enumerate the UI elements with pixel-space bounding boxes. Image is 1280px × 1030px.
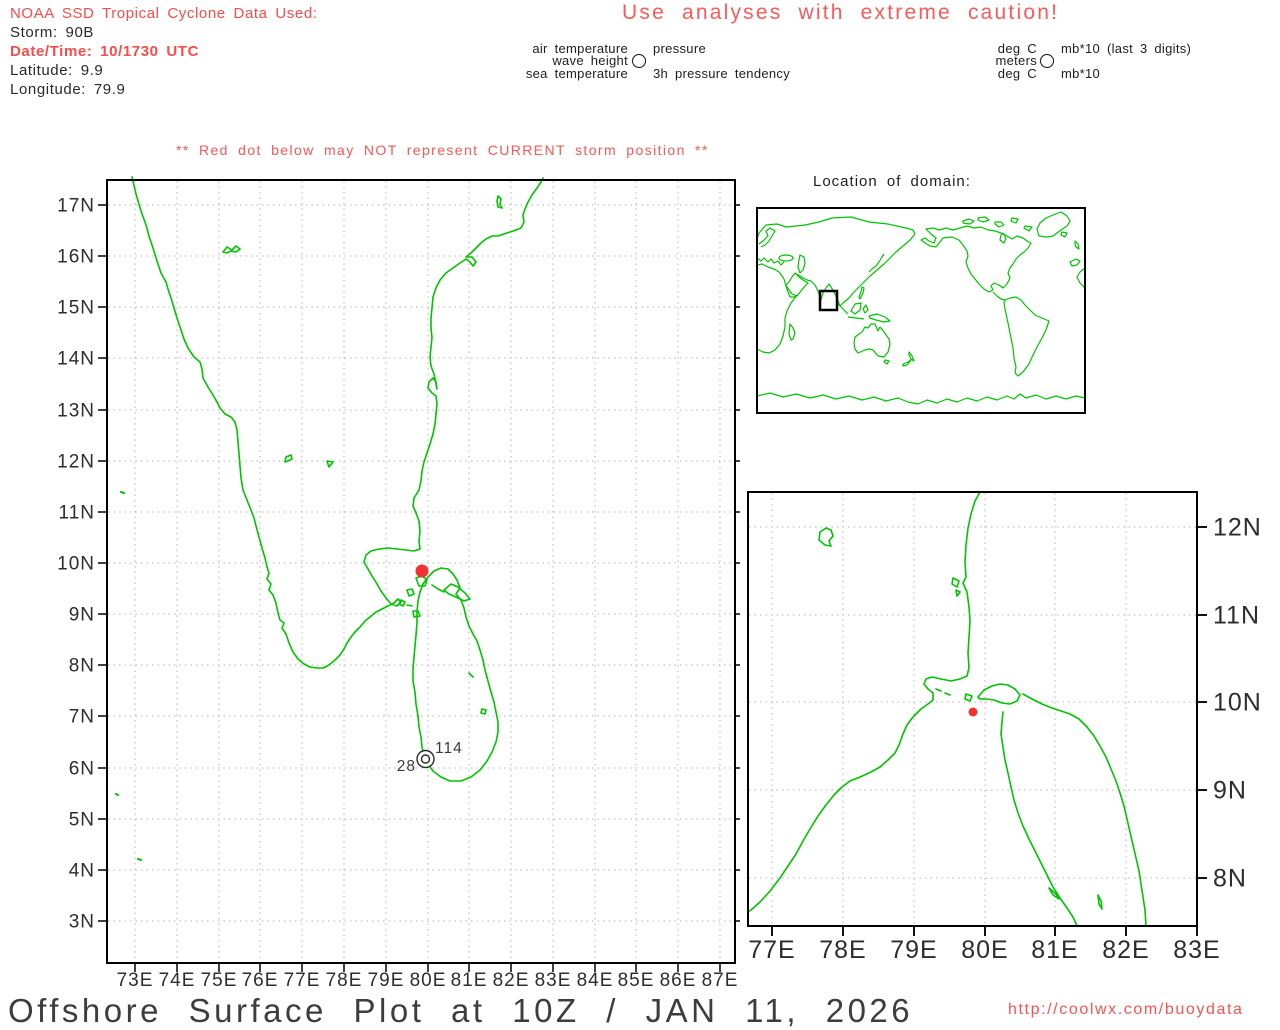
main-map-y-tick-label: 9N <box>69 605 95 626</box>
inset-sl-east-coast <box>1023 694 1146 926</box>
inset-map-y-labels: 12N 11N 10N 9N 8N <box>1213 514 1262 893</box>
inset-jaffna <box>965 684 1020 704</box>
main-map-x-tick-label: 77E <box>284 970 321 991</box>
map-canvas: 73E74E75E76E77E78E79E80E81E82E83E84E85E8… <box>0 0 1280 1024</box>
station-pressure-value: 114 <box>435 740 463 757</box>
inset-storm-dot <box>969 708 978 717</box>
main-map-y-tick-label: 7N <box>69 707 95 728</box>
inset-map-x-tick-label: 82E <box>1102 936 1149 964</box>
main-map-x-tick-label: 78E <box>326 970 363 991</box>
main-map-y-tick-label: 4N <box>69 861 95 882</box>
main-map-x-labels: 73E74E75E76E77E78E79E80E81E82E83E84E85E8… <box>117 970 739 991</box>
inset-map-y-tick-label: 8N <box>1213 865 1247 893</box>
world-map-frame <box>757 208 1085 413</box>
main-map-y-tick-label: 14N <box>57 349 95 370</box>
main-map-x-tick-label: 76E <box>242 970 279 991</box>
main-map-x-tick-label: 74E <box>159 970 196 991</box>
main-map-y-tick-label: 13N <box>57 401 95 422</box>
main-map-x-tick-label: 86E <box>660 970 697 991</box>
main-map-x-tick-label: 75E <box>201 970 238 991</box>
station-outer-circle <box>417 751 434 768</box>
inset-map-y-tick-label: 11N <box>1213 602 1260 630</box>
main-map-y-labels: 17N 16N 15N 14N 13N 12N 11N 10N 9N 8N 7N 6N 5N 4N 3N <box>57 196 95 933</box>
inset-islets <box>819 528 960 695</box>
jaffna-islets <box>407 576 470 617</box>
inset-map-x-tick-label: 81E <box>1031 936 1078 964</box>
main-map-y-tick-label: 8N <box>69 656 95 677</box>
inset-map-x-tick-label: 79E <box>890 936 937 964</box>
tiny-specks <box>116 492 141 860</box>
inset-map-y-tick-label: 9N <box>1213 777 1247 805</box>
buoy-plot-page: { "header": { "source_note": "NOAA SSD T… <box>0 0 1280 1024</box>
main-map-y-tick-label: 15N <box>57 298 95 319</box>
main-map-y-tick-label: 12N <box>57 452 95 473</box>
world-map-coastlines <box>757 212 1085 404</box>
india-coastline <box>132 177 543 668</box>
storm-dot <box>416 565 429 578</box>
main-map-x-tick-label: 82E <box>493 970 530 991</box>
main-map-y-tick-label: 5N <box>69 810 95 831</box>
inset-map-ticks <box>772 527 1207 936</box>
inset-map-x-tick-label: 77E <box>748 936 795 964</box>
inset-map-x-labels: 77E 78E 79E 80E 81E 82E 83E <box>748 936 1220 964</box>
main-map-x-tick-label: 80E <box>410 970 447 991</box>
inset-map-x-tick-label: 83E <box>1173 936 1220 964</box>
buoydata-link[interactable]: http://coolwx.com/buoydata <box>1008 1001 1243 1019</box>
main-map-y-tick-label: 10N <box>57 554 95 575</box>
inset-map-coastlines <box>748 492 1146 926</box>
main-map-ticks <box>98 205 740 972</box>
small-islets <box>223 196 502 714</box>
inset-map-x-tick-label: 80E <box>961 936 1008 964</box>
main-map-y-tick-label: 3N <box>69 912 95 933</box>
main-map-x-tick-label: 79E <box>368 970 405 991</box>
main-map-x-tick-label: 87E <box>702 970 739 991</box>
inset-map-y-tick-label: 12N <box>1213 514 1262 542</box>
main-map-coastlines <box>116 177 543 860</box>
inset-map-x-tick-label: 78E <box>819 936 866 964</box>
main-map-y-tick-label: 17N <box>57 196 95 217</box>
station-plot: 114 28 <box>397 740 463 775</box>
main-map-x-tick-label: 81E <box>451 970 488 991</box>
main-map-y-tick-label: 16N <box>57 247 95 268</box>
main-map-x-tick-label: 85E <box>618 970 655 991</box>
main-map-x-tick-label: 83E <box>535 970 572 991</box>
inset-map-y-tick-label: 10N <box>1213 689 1262 717</box>
main-map-y-tick-label: 11N <box>59 503 95 524</box>
plot-title: Offshore Surface Plot at 10Z / JAN 11, 2… <box>8 992 913 1030</box>
main-map-x-tick-label: 73E <box>117 970 154 991</box>
main-map-y-tick-label: 6N <box>69 759 95 780</box>
inset-sl-west-coast <box>1001 712 1077 926</box>
station-sea-temp-value: 28 <box>397 758 416 775</box>
main-map-x-tick-label: 84E <box>577 970 614 991</box>
inset-lagoons <box>1049 888 1102 909</box>
